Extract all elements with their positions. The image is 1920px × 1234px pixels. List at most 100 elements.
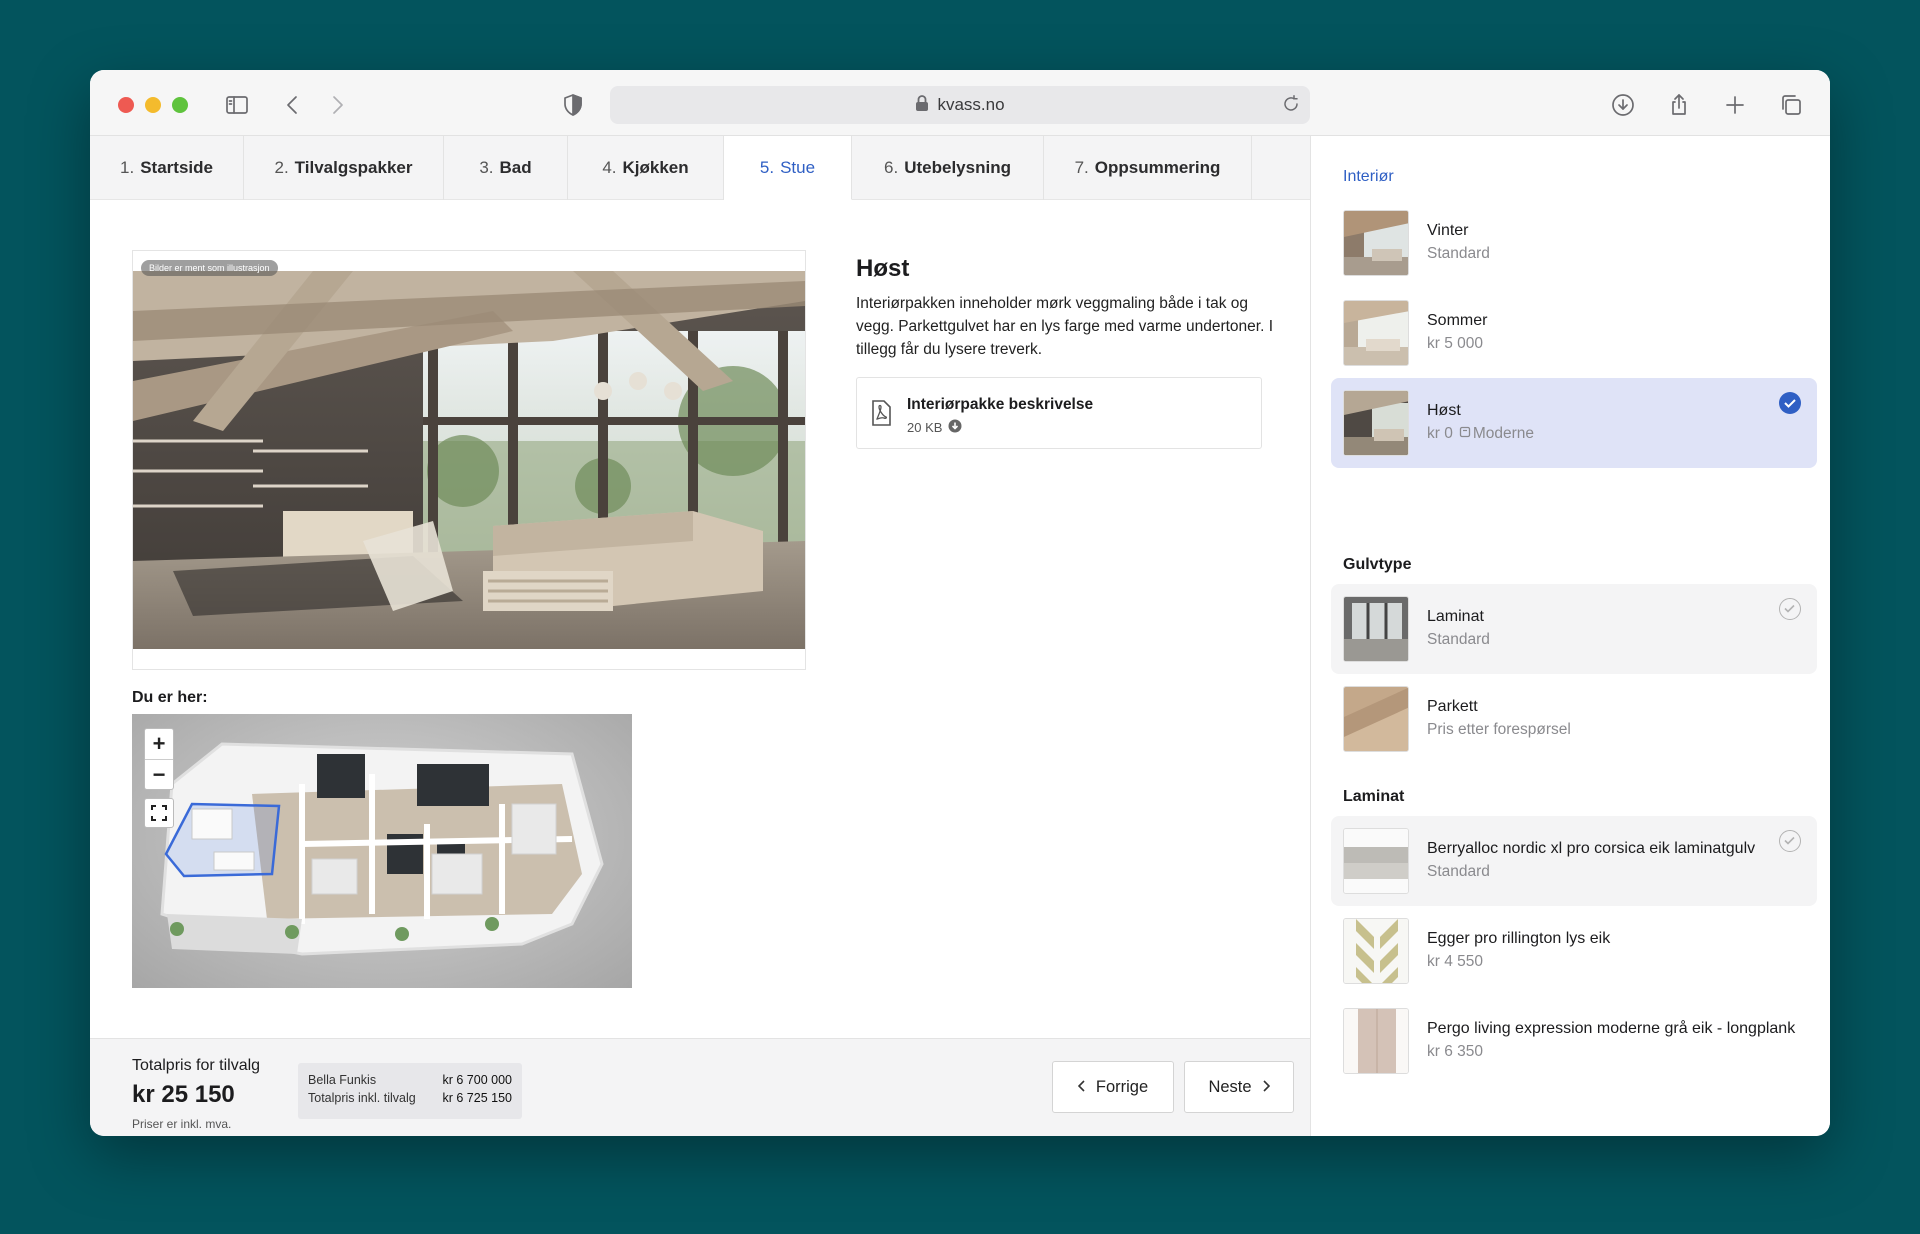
option-pergo[interactable]: Pergo living expression moderne grå eik … [1331, 996, 1817, 1086]
option-name: Pergo living expression moderne grå eik … [1427, 1020, 1796, 1037]
option-sommer[interactable]: Sommer kr 5 000 [1331, 288, 1817, 378]
option-thumbnail [1343, 210, 1409, 276]
back-icon[interactable] [278, 90, 308, 120]
check-circle-icon [1779, 830, 1801, 852]
next-label: Neste [1208, 1077, 1252, 1096]
selected-check-icon [1779, 392, 1801, 414]
option-price: kr 6 350 [1427, 1043, 1484, 1060]
share-icon[interactable] [1664, 90, 1694, 120]
price-footer: Totalpris for tilvalg kr 25 150 Priser e… [90, 1038, 1310, 1136]
zoom-in-button[interactable]: + [145, 729, 173, 759]
download-circle-icon[interactable] [948, 419, 962, 436]
total-price-label: Totalpris for tilvalg [132, 1057, 261, 1074]
option-thumbnail [1343, 1008, 1409, 1074]
sidebar-toggle-icon[interactable] [222, 90, 252, 120]
expand-icon [151, 805, 167, 821]
new-tab-icon[interactable] [1720, 90, 1750, 120]
forward-icon[interactable] [322, 90, 352, 120]
option-tag: Moderne [1472, 425, 1535, 442]
pdf-icon [871, 400, 891, 431]
tab-startside[interactable]: 1. Startside [90, 136, 244, 200]
tab-oppsummering[interactable]: 7. Oppsummering [1044, 136, 1252, 200]
option-thumbnail [1343, 300, 1409, 366]
option-name: Berryalloc nordic xl pro corsica eik lam… [1427, 840, 1756, 857]
option-name: Parkett [1427, 698, 1478, 715]
tab-stue[interactable]: 5. Stue [724, 136, 852, 200]
location-label: Du er her: [132, 689, 208, 706]
tab-utebelysning[interactable]: 6. Utebelysning [852, 136, 1044, 200]
option-thumbnail [1343, 390, 1409, 456]
summary-label: Bella Funkis [308, 1073, 377, 1087]
image-note: Bilder er ment som illustrasjon [141, 260, 278, 276]
option-thumbnail [1343, 596, 1409, 662]
option-name: Vinter [1427, 222, 1469, 239]
option-price: kr 4 550 [1427, 953, 1484, 970]
document-size: 20 KB [907, 420, 943, 435]
vat-note: Priser er inkl. mva. [132, 1117, 232, 1131]
options-sidebar: Interiør Vinter Standard Sommer kr 5 000… [1310, 136, 1830, 1136]
chevron-right-icon [1262, 1078, 1270, 1097]
zoom-controls: + − [144, 728, 174, 790]
summary-value: kr 6 725 150 [442, 1091, 513, 1105]
option-thumbnail [1343, 828, 1409, 894]
browser-toolbar: kvass.no [90, 70, 1830, 136]
section-title-floor: Gulvtype [1343, 556, 1412, 573]
option-egger[interactable]: Egger pro rillington lys eik kr 4 550 [1331, 906, 1817, 996]
option-price: kr 0 Moderne [1427, 425, 1535, 443]
option-host[interactable]: Høst kr 0 Moderne [1331, 378, 1817, 468]
url-text: kvass.no [937, 95, 1005, 114]
address-bar[interactable]: kvass.no [610, 86, 1310, 124]
option-thumbnail [1343, 918, 1409, 984]
tab-overview-icon[interactable] [1776, 90, 1806, 120]
previous-button[interactable]: Forrige [1052, 1061, 1174, 1113]
tag-icon [1459, 425, 1471, 443]
option-price: Standard [1427, 245, 1490, 262]
reload-icon[interactable] [1282, 95, 1300, 118]
document-download[interactable]: Interiørpakke beskrivelse 20 KB [856, 377, 1262, 449]
close-window-button[interactable] [118, 97, 134, 113]
price-summary: Bella Funkis kr 6 700 000 Totalpris inkl.… [298, 1063, 522, 1119]
next-button[interactable]: Neste [1184, 1061, 1294, 1113]
total-price-value: kr 25 150 [132, 1081, 235, 1108]
summary-value: kr 6 700 000 [442, 1073, 513, 1087]
option-laminat[interactable]: Laminat Standard [1331, 584, 1817, 674]
fullscreen-button[interactable] [144, 798, 174, 828]
option-thumbnail [1343, 686, 1409, 752]
summary-row: Bella Funkis kr 6 700 000 [308, 1073, 512, 1091]
document-title: Interiørpakke beskrivelse [907, 396, 1094, 413]
summary-label: Totalpris inkl. tilvalg [308, 1091, 416, 1105]
maximize-window-button[interactable] [172, 97, 188, 113]
living-room-photo[interactable] [133, 271, 805, 649]
download-icon[interactable] [1608, 90, 1638, 120]
option-parkett[interactable]: Parkett Pris etter forespørsel [1331, 674, 1817, 764]
option-name: Egger pro rillington lys eik [1427, 930, 1611, 947]
option-name: Sommer [1427, 312, 1488, 329]
document-size-row: 20 KB [907, 419, 962, 436]
option-price: Standard [1427, 863, 1490, 880]
package-description: Interiørpakken inneholder mørk veggmalin… [856, 295, 1274, 358]
lock-icon [915, 94, 929, 116]
summary-row: Totalpris inkl. tilvalg kr 6 725 150 [308, 1091, 512, 1109]
option-price: Pris etter forespørsel [1427, 721, 1571, 738]
section-title-interior: Interiør [1343, 168, 1394, 185]
floorplan-map[interactable]: + − [132, 714, 632, 988]
tab-tilvalgspakker[interactable]: 2. Tilvalgspakker [244, 136, 444, 200]
option-price: kr 5 000 [1427, 335, 1484, 352]
chevron-left-icon [1077, 1078, 1086, 1097]
option-name: Laminat [1427, 608, 1484, 625]
check-circle-icon [1779, 598, 1801, 620]
tab-kjokken[interactable]: 4. Kjøkken [568, 136, 724, 200]
package-title: Høst [856, 255, 910, 282]
option-berryalloc[interactable]: Berryalloc nordic xl pro corsica eik lam… [1331, 816, 1817, 906]
zoom-out-button[interactable]: − [145, 759, 173, 789]
option-name: Høst [1427, 402, 1461, 419]
shield-icon[interactable] [558, 90, 588, 120]
minimize-window-button[interactable] [145, 97, 161, 113]
option-vinter[interactable]: Vinter Standard [1331, 198, 1817, 288]
tab-bad[interactable]: 3. Bad [444, 136, 568, 200]
step-tabs: 1. Startside 2. Tilvalgspakker 3. Bad 4. Kjø… [90, 136, 1310, 200]
option-price: Standard [1427, 631, 1490, 648]
product-image-frame: Bilder er ment som illustrasjon [132, 250, 806, 670]
section-title-laminate: Laminat [1343, 788, 1405, 805]
browser-window: kvass.no 1. Startside 2. Tilvalgspakker 3.… [90, 70, 1830, 1136]
